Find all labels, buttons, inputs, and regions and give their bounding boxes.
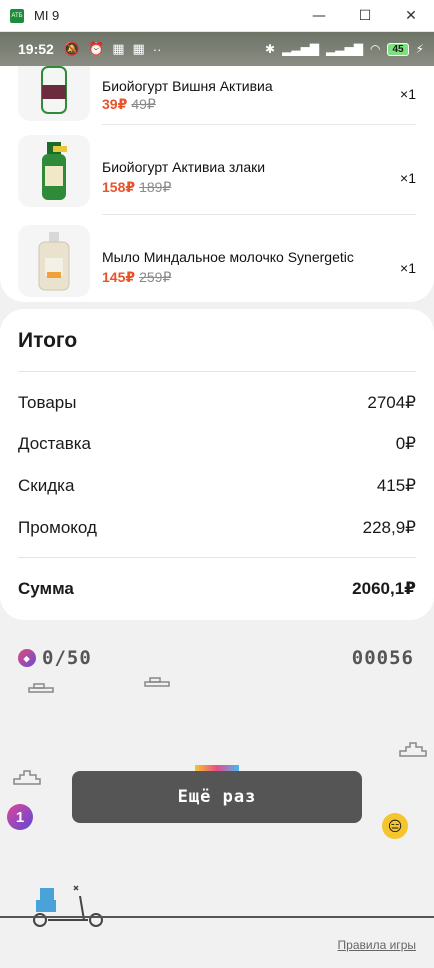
- cloud-icon: [144, 677, 170, 687]
- total-row-sum: Сумма 2060,1₽: [18, 579, 416, 599]
- row-value: 415₽: [376, 476, 416, 495]
- item-name: Биойогурт Активиа злаки: [102, 159, 266, 175]
- charging-icon: ⚡: [415, 42, 424, 56]
- item-name: Биойогурт Вишня Активиа: [102, 78, 273, 94]
- emoji-badge-icon: 😑: [382, 813, 408, 839]
- maximize-button[interactable]: ☐: [342, 0, 388, 32]
- list-item[interactable]: Биойогурт Активиа злаки 158₽ 189₽ ×1: [0, 125, 434, 215]
- sum-value: 2060,1₽: [352, 579, 416, 598]
- coin-counter: ◆ 0/50: [18, 647, 92, 669]
- more-dots-icon: ··: [152, 41, 162, 57]
- level-badge: 1: [7, 804, 33, 830]
- alarm-icon: ⏰: [88, 41, 105, 56]
- item-price: 39₽ 49₽: [102, 96, 156, 113]
- product-thumbnail: [18, 66, 90, 121]
- totals-card: Итого Товары 2704₽ Доставка 0₽ Скидка 41…: [0, 309, 434, 620]
- total-row-delivery: Доставка 0₽: [18, 434, 416, 454]
- signal-icon: ▂▃▅▇: [282, 42, 320, 56]
- signal-icon: ▂▃▅▇: [326, 42, 363, 56]
- soap-bottle-icon: [38, 232, 70, 291]
- list-item[interactable]: Мыло Миндальное молочко Synergetic 145₽ 2…: [0, 215, 434, 302]
- close-button[interactable]: ✕: [388, 0, 434, 32]
- list-item[interactable]: Биойогурт Вишня Активиа 39₽ 49₽ ×1: [0, 66, 434, 130]
- cloud-icon: [28, 683, 54, 693]
- row-value: 0₽: [395, 434, 416, 453]
- row-label: Товары: [18, 393, 77, 412]
- current-price: 158₽: [102, 179, 136, 195]
- total-row-promocode: Промокод 228,9₽: [18, 518, 416, 538]
- cloud-icon: [13, 770, 41, 785]
- yogurt-bottle-icon: [41, 66, 67, 114]
- product-thumbnail: [18, 225, 90, 297]
- totals-title: Итого: [18, 329, 78, 352]
- app-icon: ▦: [112, 41, 125, 56]
- item-quantity: ×1: [400, 86, 416, 102]
- game-ground: [0, 916, 434, 918]
- mini-game-area[interactable]: ◆ 0/50 00056 Ещё раз 1 😑 Правила игры: [0, 620, 434, 968]
- window-controls: — ☐ ✕: [296, 0, 434, 32]
- coin-icon: ◆: [18, 649, 36, 667]
- play-again-button[interactable]: Ещё раз: [72, 771, 362, 823]
- courier-scooter-icon: [33, 885, 103, 927]
- coin-count: 0/50: [42, 647, 92, 669]
- row-label: Доставка: [18, 434, 92, 453]
- window-title: MI 9: [34, 8, 60, 23]
- bluetooth-icon: ✱: [265, 42, 276, 56]
- app-icon: ▦: [132, 41, 145, 56]
- item-price: 145₽ 259₽: [102, 269, 171, 286]
- app-icon: АТБ: [10, 8, 24, 23]
- mute-icon: 🔕: [63, 41, 80, 56]
- window-title-bar: АТБ MI 9 — ☐ ✕: [0, 0, 434, 32]
- row-value: 2704₽: [367, 393, 416, 412]
- status-icons-right: ✱ ▂▃▅▇ ▂▃▅▇ ◠ 45 ⚡: [265, 42, 424, 56]
- old-price: 49₽: [131, 96, 156, 112]
- total-row-discount: Скидка 415₽: [18, 476, 416, 496]
- divider: [18, 557, 416, 558]
- item-price: 158₽ 189₽: [102, 179, 171, 196]
- minimize-button[interactable]: —: [296, 0, 342, 32]
- game-score: 00056: [351, 647, 414, 669]
- cloud-icon: [399, 742, 427, 757]
- item-quantity: ×1: [400, 260, 416, 276]
- old-price: 189₽: [139, 179, 172, 195]
- wifi-icon: ◠: [369, 42, 381, 56]
- divider: [18, 371, 416, 372]
- sum-label: Сумма: [18, 579, 74, 598]
- item-quantity: ×1: [400, 170, 416, 186]
- row-label: Промокод: [18, 518, 97, 537]
- battery-icon: 45: [387, 42, 409, 56]
- status-time: 19:52: [18, 41, 54, 57]
- current-price: 39₽: [102, 96, 128, 112]
- total-row-goods: Товары 2704₽: [18, 393, 416, 413]
- game-rules-link[interactable]: Правила игры: [338, 938, 416, 952]
- status-bar: 19:52 🔕 ⏰ ▦ ▦ ·· ✱ ▂▃▅▇ ▂▃▅▇ ◠ 45 ⚡: [0, 32, 434, 66]
- row-label: Скидка: [18, 476, 75, 495]
- status-icons-left: 🔕 ⏰ ▦ ▦ ··: [64, 41, 162, 57]
- row-value: 228,9₽: [362, 518, 416, 537]
- order-items-card: Биойогурт Вишня Активиа 39₽ 49₽ ×1 Биойог…: [0, 66, 434, 302]
- yogurt-bottle-icon: [42, 142, 67, 200]
- current-price: 145₽: [102, 269, 136, 285]
- old-price: 259₽: [139, 269, 172, 285]
- app-icon-text: АТБ: [11, 12, 23, 19]
- product-thumbnail: [18, 135, 90, 207]
- item-name: Мыло Миндальное молочко Synergetic: [102, 249, 354, 265]
